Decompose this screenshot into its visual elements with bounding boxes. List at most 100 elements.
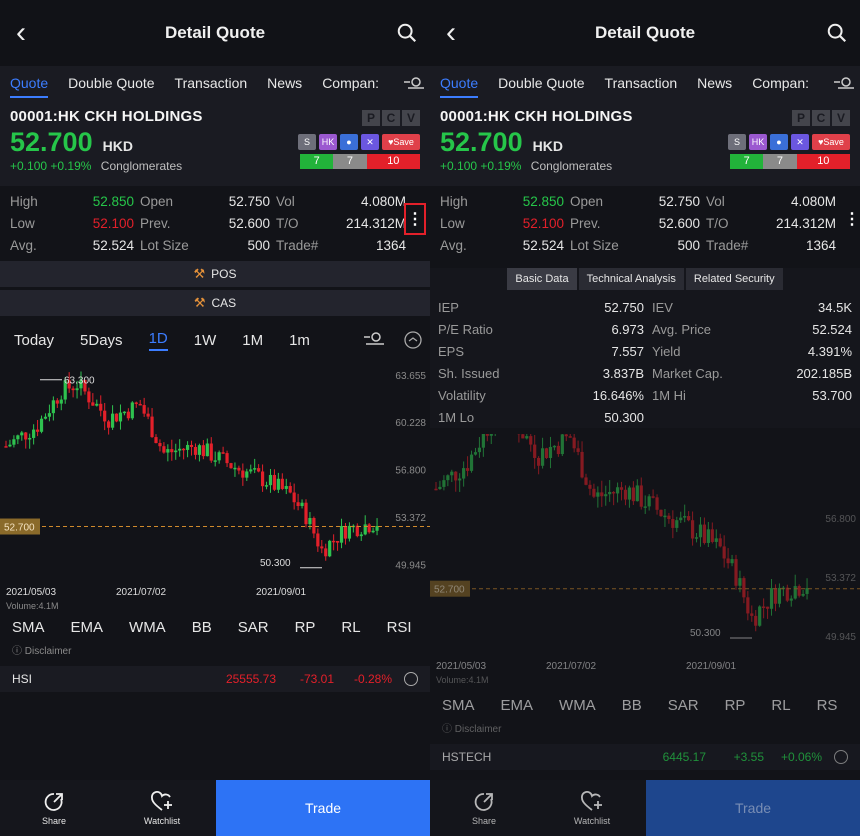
tab-transaction[interactable]: Transaction [175,75,248,91]
label-eps: EPS [438,343,465,359]
back-icon[interactable]: ‹ [16,18,26,48]
candlestick-chart[interactable]: 52.700 63.655 60.228 56.800 53.372 49.945 63.3… [0,360,430,678]
s-badge[interactable]: S [728,134,746,150]
share-button[interactable]: Share [0,780,108,836]
more-icon[interactable]: ⋮ [404,203,426,235]
price-chart[interactable]: 52.700 63.655 60.228 56.800 53.372 49.945 63.3… [0,360,430,678]
save-button[interactable]: ♥Save [382,134,420,150]
tf-1min[interactable]: 1m [289,332,310,349]
back-icon[interactable]: ‹ [446,18,456,48]
index-ticker[interactable]: HSI 25555.73 -73.01 -0.28% [0,666,430,692]
disclaimer-link[interactable]: ⓘ Disclaimer [430,720,860,738]
indicator-rp[interactable]: RP [725,697,746,714]
subtab-related-security[interactable]: Related Security [685,268,783,290]
candle-body [174,450,178,453]
indicator-bb[interactable]: BB [192,619,212,636]
share-button[interactable]: Share [430,780,538,836]
trade-button[interactable]: Trade [646,780,860,836]
tab-double-quote[interactable]: Double Quote [68,75,154,91]
indicator-sar[interactable]: SAR [668,697,699,714]
index-ticker[interactable]: HSTECH 6445.17 +3.55 +0.06% [430,744,860,770]
tab-quote[interactable]: Quote [10,75,49,98]
search-icon[interactable] [826,22,848,44]
candle-body [552,445,557,448]
v-button[interactable]: V [402,110,420,126]
tf-1d[interactable]: 1D [148,330,168,351]
tab-transaction[interactable]: Transaction [605,75,678,91]
indicator-rsi[interactable]: RS [817,697,838,714]
label-trades: Trade# [276,237,319,253]
indicator-bar: SMA EMA WMA BB SAR RP RL RS [430,690,860,720]
tab-settings-icon[interactable] [404,74,424,90]
globe-icon[interactable]: ● [340,134,358,150]
indicator-rl[interactable]: RL [341,619,360,636]
indicator-bb[interactable]: BB [622,697,642,714]
globe-icon[interactable]: ● [770,134,788,150]
left-screen: ‹ Detail Quote Quote Double Quote Transa… [0,0,430,836]
more-icon[interactable]: ⋮ [844,209,860,229]
indicator-sma[interactable]: SMA [442,697,475,714]
p-button[interactable]: P [792,110,810,126]
subtab-basic-data[interactable]: Basic Data [507,268,577,290]
c-button[interactable]: C [382,110,400,126]
collapse-icon[interactable] [404,331,422,349]
tab-company[interactable]: Compan: [322,75,379,91]
candle-body [233,467,237,470]
candle-body [110,413,115,428]
pos-button[interactable]: ⚒ POS [0,261,430,287]
s-badge[interactable]: S [298,134,316,150]
pcv-buttons: P C V [362,110,420,126]
tab-news[interactable]: News [267,75,302,91]
trade-button[interactable]: Trade [216,780,430,836]
label-lot-size: Lot Size [570,237,619,253]
hk-badge[interactable]: HK [749,134,767,150]
watchlist-button[interactable]: Watchlist [538,780,646,836]
tab-double-quote[interactable]: Double Quote [498,75,584,91]
tab-quote[interactable]: Quote [440,75,479,98]
tf-1m[interactable]: 1M [242,332,263,349]
candlestick-chart[interactable]: 52.700 56.800 53.372 49.945 50.300 2021/05/03… [430,395,860,752]
indicator-ema[interactable]: EMA [71,619,104,636]
current-price-label: 52.700 [434,585,465,596]
indicator-rsi[interactable]: RSI [387,619,412,636]
save-button[interactable]: ♥Save [812,134,850,150]
indicator-sma[interactable]: SMA [12,619,45,636]
indicator-wma[interactable]: WMA [129,619,166,636]
tf-today[interactable]: Today [14,332,54,349]
buy-sell-ratio: 7 7 10 [300,154,420,169]
tf-1w[interactable]: 1W [194,332,217,349]
p-button[interactable]: P [362,110,380,126]
candle-body [296,502,300,507]
search-icon[interactable] [396,22,418,44]
tf-5days[interactable]: 5Days [80,332,123,349]
index-name: HSTECH [442,750,492,764]
candle-body [308,517,312,525]
chart-settings-icon[interactable] [364,330,384,346]
v-button[interactable]: V [832,110,850,126]
c-button[interactable]: C [812,110,830,126]
indicator-wma[interactable]: WMA [559,697,596,714]
watchlist-button[interactable]: Watchlist [108,780,216,836]
hk-badge[interactable]: HK [319,134,337,150]
x-icon[interactable]: ✕ [791,134,809,150]
timeframe-bar: Today 5Days 1D 1W 1M 1m [0,320,430,360]
indicator-sar[interactable]: SAR [238,619,269,636]
subtab-technical-analysis[interactable]: Technical Analysis [578,268,684,290]
expand-icon[interactable] [834,750,848,764]
value-eps: 7.557 [611,343,644,359]
price-chart[interactable]: 52.700 56.800 53.372 49.945 50.300 2021/05/03… [430,395,860,752]
axis-tick-label: 49.945 [395,561,426,572]
disclaimer-link[interactable]: ⓘ Disclaimer [0,642,430,660]
tab-company[interactable]: Compan: [752,75,809,91]
value-open: 52.750 [228,193,270,209]
x-icon[interactable]: ✕ [361,134,379,150]
indicator-rl[interactable]: RL [771,697,790,714]
tab-news[interactable]: News [697,75,732,91]
candle-body [655,497,659,510]
indicator-ema[interactable]: EMA [501,697,534,714]
expand-icon[interactable] [404,672,418,686]
cas-button[interactable]: ⚒ CAS [0,290,430,316]
candle-body [221,452,225,454]
indicator-rp[interactable]: RP [295,619,316,636]
tab-settings-icon[interactable] [834,74,854,90]
